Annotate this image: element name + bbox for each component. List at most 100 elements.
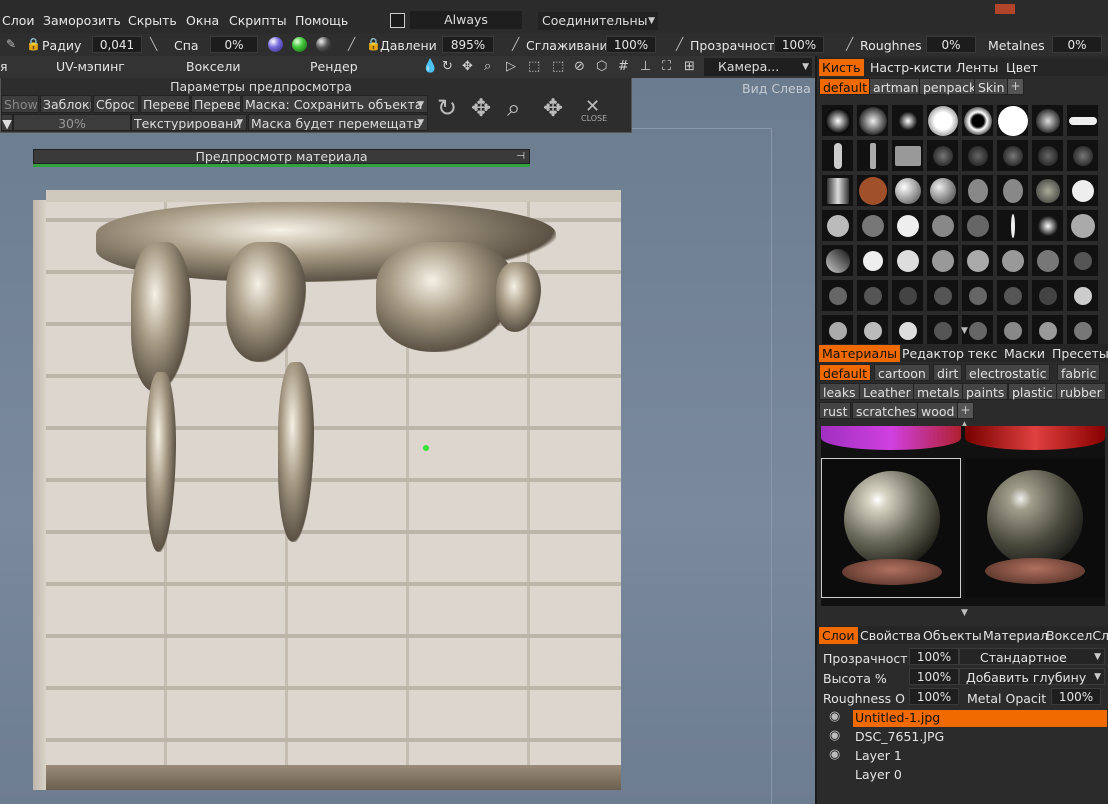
tab-objects[interactable]: Объекты (920, 627, 985, 644)
brush-item[interactable] (926, 209, 959, 242)
reset-button[interactable]: Сброс (93, 95, 139, 113)
brush-item[interactable] (856, 104, 889, 137)
mat-chip-default[interactable]: default (819, 364, 871, 381)
brush-item[interactable] (1066, 279, 1099, 312)
brush-item[interactable] (996, 104, 1029, 137)
layer-height-field[interactable]: 100% (909, 668, 959, 685)
mat-chip-scratches[interactable]: scratches (852, 402, 921, 419)
brush-item[interactable] (821, 174, 854, 207)
brush-item[interactable] (961, 174, 994, 207)
brush-item[interactable] (1066, 104, 1099, 137)
play-icon[interactable]: ▷ (506, 59, 516, 74)
move-icon[interactable]: ✥ (471, 94, 491, 122)
select-all-icon[interactable]: ⬚ (552, 59, 564, 74)
window-close-icon[interactable] (995, 4, 1015, 14)
brush-item[interactable] (1066, 314, 1099, 347)
brush-item[interactable] (926, 174, 959, 207)
brush-item[interactable] (856, 209, 889, 242)
brush-item[interactable] (996, 279, 1029, 312)
shown-button[interactable]: Shown (1, 95, 39, 113)
brush-item[interactable] (1031, 209, 1064, 242)
select-icon[interactable]: ⬚ (528, 59, 540, 74)
transparency-field[interactable]: 100% (774, 36, 824, 53)
brush-item[interactable] (926, 139, 959, 172)
forbid-icon[interactable]: ⊘ (574, 59, 585, 74)
viewport[interactable]: Вид Слева Параметры предпросмотра Shown … (0, 78, 815, 804)
pen-icon[interactable]: ╲ (150, 37, 157, 51)
brush-item[interactable] (891, 244, 924, 277)
zoom-icon[interactable]: ⌕ (484, 59, 491, 74)
mat-chip-cartoon[interactable]: cartoon (874, 364, 930, 381)
brush-chip-default[interactable]: default (819, 78, 871, 95)
mask-move-dropdown[interactable]: Маска будет перемещать ▼ (248, 114, 428, 131)
layer-row[interactable]: ◉ Layer 1 (817, 746, 1108, 765)
brush-item[interactable] (891, 209, 924, 242)
brush-item[interactable] (961, 104, 994, 137)
roughness-field[interactable]: 0% (926, 36, 976, 53)
blanks-button[interactable]: Заблоки (40, 95, 92, 113)
brush-item[interactable] (1031, 139, 1064, 172)
brush-item[interactable] (961, 209, 994, 242)
material-thumb-partial[interactable] (965, 426, 1105, 450)
brush-item[interactable] (996, 244, 1029, 277)
layer-roughness-field[interactable]: 100% (909, 688, 959, 705)
blend-mode-dropdown[interactable]: Стандартное ▼ (959, 648, 1105, 665)
brush-item[interactable] (891, 314, 924, 347)
mat-chip-metals[interactable]: metals (913, 383, 964, 400)
tab-masks[interactable]: Маски (1001, 345, 1048, 362)
menu-scripts[interactable]: Скрипты (229, 13, 287, 28)
brush-item[interactable] (856, 279, 889, 312)
brush-item[interactable] (1031, 174, 1064, 207)
brush-item[interactable] (856, 174, 889, 207)
mat-chip-rust[interactable]: rust (819, 402, 852, 419)
tab-properties[interactable]: Свойства (857, 627, 924, 644)
smooth-field[interactable]: 100% (606, 36, 656, 53)
lock-icon[interactable]: 🔒 (366, 37, 381, 51)
spa-field[interactable]: 0% (210, 36, 258, 53)
menu-windows[interactable]: Окна (186, 13, 219, 28)
tab-brush-settings[interactable]: Настр-кисти (867, 59, 955, 76)
brush-item[interactable] (891, 174, 924, 207)
tab-texture-editor[interactable]: Редактор текс (899, 345, 1000, 362)
chevron-down-icon[interactable]: ▼ (961, 326, 968, 336)
rotate-icon[interactable]: ↻ (442, 59, 453, 74)
brush-item[interactable] (961, 244, 994, 277)
tab-material[interactable]: Материал (980, 627, 1051, 644)
menu-hide[interactable]: Скрыть (128, 13, 177, 28)
material-thumb[interactable] (965, 458, 1105, 598)
material-preview-header[interactable]: Предпросмотр материала ⊣ (33, 149, 530, 164)
brush-item[interactable] (821, 244, 854, 277)
radius-field[interactable]: 0,041 (92, 36, 142, 53)
drop-icon[interactable]: 💧 (422, 59, 438, 74)
mat-chip-leaks[interactable]: leaks (819, 383, 860, 400)
menu-help[interactable]: Помощь (295, 13, 348, 28)
layer-row[interactable]: Layer 0 (817, 765, 1108, 784)
green-ball-icon[interactable] (292, 37, 307, 52)
cube-icon[interactable]: ⬡ (596, 59, 607, 74)
eye-icon[interactable]: ◉ (829, 728, 840, 743)
brush-item[interactable] (821, 314, 854, 347)
dark-ball-icon[interactable] (316, 37, 331, 52)
material-thumb-partial[interactable] (821, 426, 961, 450)
brush-item[interactable] (1031, 244, 1064, 277)
material-thumb-selected[interactable] (821, 458, 961, 598)
brush-item[interactable] (856, 314, 889, 347)
brush-item[interactable] (961, 139, 994, 172)
rotate-icon[interactable]: ↻ (437, 94, 457, 122)
brush-item[interactable] (926, 104, 959, 137)
axes-icon[interactable]: ⊥ (640, 59, 651, 74)
brush-item[interactable] (821, 209, 854, 242)
tab-materials[interactable]: Материалы (819, 345, 900, 362)
pen-icon[interactable]: ╱ (846, 37, 853, 51)
layer-row[interactable]: ◉ Untitled-1.jpg (817, 708, 1108, 727)
brush-item[interactable] (856, 244, 889, 277)
layer-metal-field[interactable]: 100% (1051, 688, 1101, 705)
texturing-dropdown[interactable]: Текстурировани ▼ (131, 114, 247, 131)
layer-opacity-field[interactable]: 100% (909, 648, 959, 665)
move-icon[interactable]: ✥ (462, 59, 473, 74)
add-icon[interactable]: + (957, 402, 974, 419)
mask-dropdown[interactable]: Маска: Сохранить объекта ▼ (242, 95, 428, 113)
layer-row[interactable]: ◉ DSC_7651.JPG (817, 727, 1108, 746)
brush-chip-penpack[interactable]: penpack (919, 78, 981, 95)
tab-presets[interactable]: Пресеты (1049, 345, 1108, 362)
